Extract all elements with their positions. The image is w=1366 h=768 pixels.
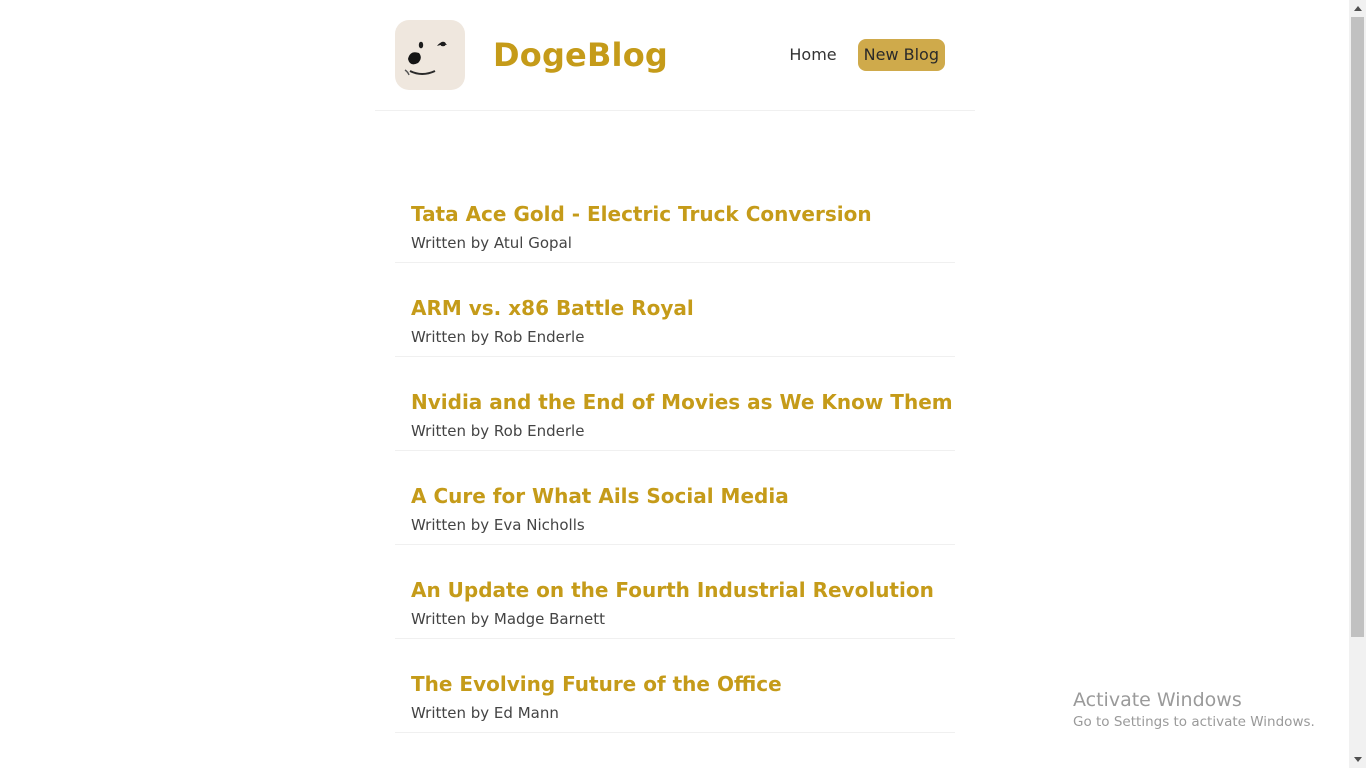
blog-author: Written by Ed Mann xyxy=(411,704,559,722)
navbar: DogeBlog Home New Blog xyxy=(375,0,975,111)
activate-windows-watermark: Activate Windows Go to Settings to activ… xyxy=(1073,688,1315,732)
blog-preview[interactable]: Nvidia and the End of Movies as We Know … xyxy=(395,358,955,451)
blog-title[interactable]: The Evolving Future of the Office xyxy=(411,640,939,696)
vertical-scrollbar[interactable] xyxy=(1349,0,1366,768)
nav-links: Home New Blog xyxy=(782,39,945,71)
blog-title[interactable]: Nvidia and the End of Movies as We Know … xyxy=(411,358,953,414)
scroll-up-button[interactable] xyxy=(1349,0,1366,17)
blog-author: Written by Rob Enderle xyxy=(411,422,585,440)
blog-author: Written by Eva Nicholls xyxy=(411,516,585,534)
blog-preview[interactable]: A Cure for What Ails Social Media Writte… xyxy=(395,452,955,545)
watermark-title: Activate Windows xyxy=(1073,689,1242,711)
blog-author: Written by Atul Gopal xyxy=(411,234,572,252)
scroll-down-button[interactable] xyxy=(1349,751,1366,768)
chevron-down-icon xyxy=(1353,757,1362,762)
browser-viewport: DogeBlog Home New Blog Tata Ace Gold - E… xyxy=(0,0,1366,768)
new-blog-button[interactable]: New Blog xyxy=(857,39,945,71)
blog-list: Tata Ace Gold - Electric Truck Conversio… xyxy=(395,170,955,734)
blog-title[interactable]: A Cure for What Ails Social Media xyxy=(411,452,939,508)
page-container: DogeBlog Home New Blog Tata Ace Gold - E… xyxy=(375,0,975,733)
nav-home-link[interactable]: Home xyxy=(782,39,843,71)
brand-title: DogeBlog xyxy=(493,36,669,74)
blog-title[interactable]: Tata Ace Gold - Electric Truck Conversio… xyxy=(411,170,939,226)
blog-preview[interactable]: An Update on the Fourth Industrial Revol… xyxy=(395,546,955,639)
blog-preview[interactable]: ARM vs. x86 Battle Royal Written by Rob … xyxy=(395,264,955,357)
blog-preview[interactable]: The Evolving Future of the Office Writte… xyxy=(395,640,955,733)
blog-preview[interactable]: Tata Ace Gold - Electric Truck Conversio… xyxy=(395,170,955,263)
watermark-subtitle: Go to Settings to activate Windows. xyxy=(1073,714,1315,730)
doge-face-icon xyxy=(395,20,465,90)
chevron-up-icon xyxy=(1353,6,1362,11)
blog-author: Written by Rob Enderle xyxy=(411,328,585,346)
scrollbar-thumb[interactable] xyxy=(1351,17,1364,637)
blog-title[interactable]: ARM vs. x86 Battle Royal xyxy=(411,264,939,320)
blog-title[interactable]: An Update on the Fourth Industrial Revol… xyxy=(411,546,939,602)
blog-author: Written by Madge Barnett xyxy=(411,610,605,628)
